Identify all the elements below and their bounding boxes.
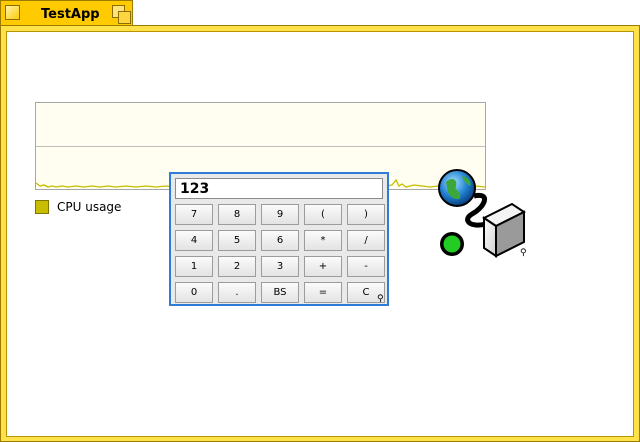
close-box-icon[interactable] xyxy=(5,5,20,20)
replicant-handle-icon[interactable]: ⚲ xyxy=(520,248,527,258)
key-7[interactable]: 7 xyxy=(175,204,213,225)
key-3[interactable]: 3 xyxy=(261,256,299,277)
key-backspace[interactable]: BS xyxy=(261,282,299,303)
calculator-keypad: 7 8 9 ( ) 4 5 6 * / 1 2 3 + - 0 . BS = C xyxy=(175,204,385,303)
calculator-display[interactable]: 123 xyxy=(175,178,383,199)
key-open-paren[interactable]: ( xyxy=(304,204,342,225)
key-multiply[interactable]: * xyxy=(304,230,342,251)
key-divide[interactable]: / xyxy=(347,230,385,251)
zoom-box-icon[interactable] xyxy=(112,5,131,24)
calculator: 123 7 8 9 ( ) 4 5 6 * / 1 2 3 + - 0 . BS… xyxy=(169,172,389,306)
key-6[interactable]: 6 xyxy=(261,230,299,251)
network-status-icon[interactable]: ⚲ xyxy=(434,168,534,268)
key-5[interactable]: 5 xyxy=(218,230,256,251)
key-2[interactable]: 2 xyxy=(218,256,256,277)
key-plus[interactable]: + xyxy=(304,256,342,277)
key-9[interactable]: 9 xyxy=(261,204,299,225)
key-close-paren[interactable]: ) xyxy=(347,204,385,225)
key-4[interactable]: 4 xyxy=(175,230,213,251)
key-decimal[interactable]: . xyxy=(218,282,256,303)
cpu-legend-label: CPU usage xyxy=(57,200,122,214)
key-0[interactable]: 0 xyxy=(175,282,213,303)
key-1[interactable]: 1 xyxy=(175,256,213,277)
cpu-legend-swatch xyxy=(35,200,49,214)
key-equals[interactable]: = xyxy=(304,282,342,303)
key-minus[interactable]: - xyxy=(347,256,385,277)
replicant-handle-icon[interactable]: ⚲ xyxy=(377,294,384,304)
window-title: TestApp xyxy=(41,7,100,22)
window-tab[interactable]: TestApp xyxy=(0,0,133,26)
key-8[interactable]: 8 xyxy=(218,204,256,225)
